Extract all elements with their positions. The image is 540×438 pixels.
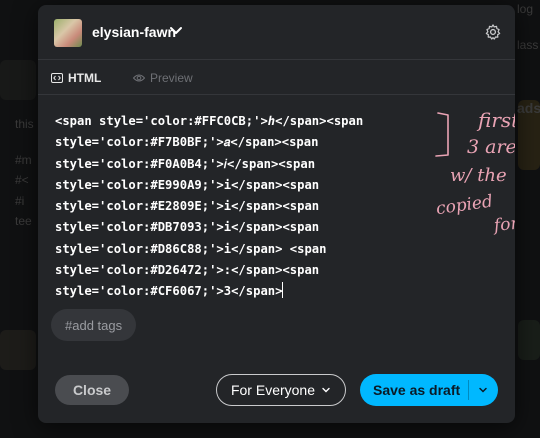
annotation-line: font [491, 213, 515, 235]
code-line: style='color:#E2809E;'>i</span><span [55, 199, 320, 214]
blog-name[interactable]: elysian-fawn [92, 24, 176, 40]
code-icon [51, 73, 63, 83]
close-button[interactable]: Close [55, 375, 129, 405]
chevron-down-icon [322, 387, 330, 393]
audience-label: For Everyone [230, 382, 316, 398]
handwritten-annotation: first 3 are w/ the copied font [435, 108, 515, 235]
text-cursor [282, 282, 284, 299]
annotation-line: 3 are [467, 136, 515, 158]
tab-html[interactable]: HTML [51, 71, 101, 85]
tab-html-label: HTML [68, 71, 102, 85]
chevron-down-icon [479, 387, 487, 393]
save-options-toggle[interactable] [469, 385, 497, 395]
editor-tabs: HTML Preview [38, 61, 515, 95]
post-editor-modal: elysian-fawn HTML Preview <span style='c… [38, 5, 515, 423]
code-line: style='color:#DB7093;'>i</span><span [55, 220, 320, 235]
gear-icon[interactable] [484, 23, 502, 41]
annotation-line: first [476, 108, 515, 132]
chevron-down-icon[interactable] [169, 23, 183, 37]
code-line: <span style='color:#FFC0CB;'>ℎ</span><sp… [55, 114, 364, 128]
modal-footer: Close For Everyone Save as draft [38, 363, 515, 423]
code-line-last: style='color:#CF6067;'>3</span> [55, 281, 495, 302]
code-line: style='color:#F0A0B4;'>𝑖</span><span [55, 156, 316, 171]
code-line: style='color:#F7B0BF;'>𝑎</span><span [55, 135, 319, 150]
code-line: style='color:#D26472;'>:</span><span [55, 263, 320, 278]
modal-header: elysian-fawn [38, 5, 515, 60]
add-tags-input[interactable]: #add tags [51, 309, 137, 341]
audience-dropdown[interactable]: For Everyone [216, 374, 346, 406]
code-line: style='color:#E990A9;'>i</span><span [55, 177, 320, 192]
save-as-draft-label: Save as draft [373, 382, 461, 398]
avatar[interactable] [54, 19, 82, 47]
eye-icon [133, 74, 145, 82]
annotation-line: copied [435, 191, 494, 219]
tab-preview[interactable]: Preview [133, 71, 193, 85]
code-line: style='color:#CF6067;'>3</span> [55, 284, 283, 299]
html-code-editor[interactable]: <span style='color:#FFC0CB;'>ℎ</span><sp… [55, 111, 495, 303]
annotation-line: w/ the [450, 165, 507, 186]
save-as-draft-button[interactable]: Save as draft [360, 374, 498, 406]
tab-preview-label: Preview [150, 71, 193, 85]
code-line: style='color:#D86C88;'>i</span> <span [55, 241, 327, 256]
